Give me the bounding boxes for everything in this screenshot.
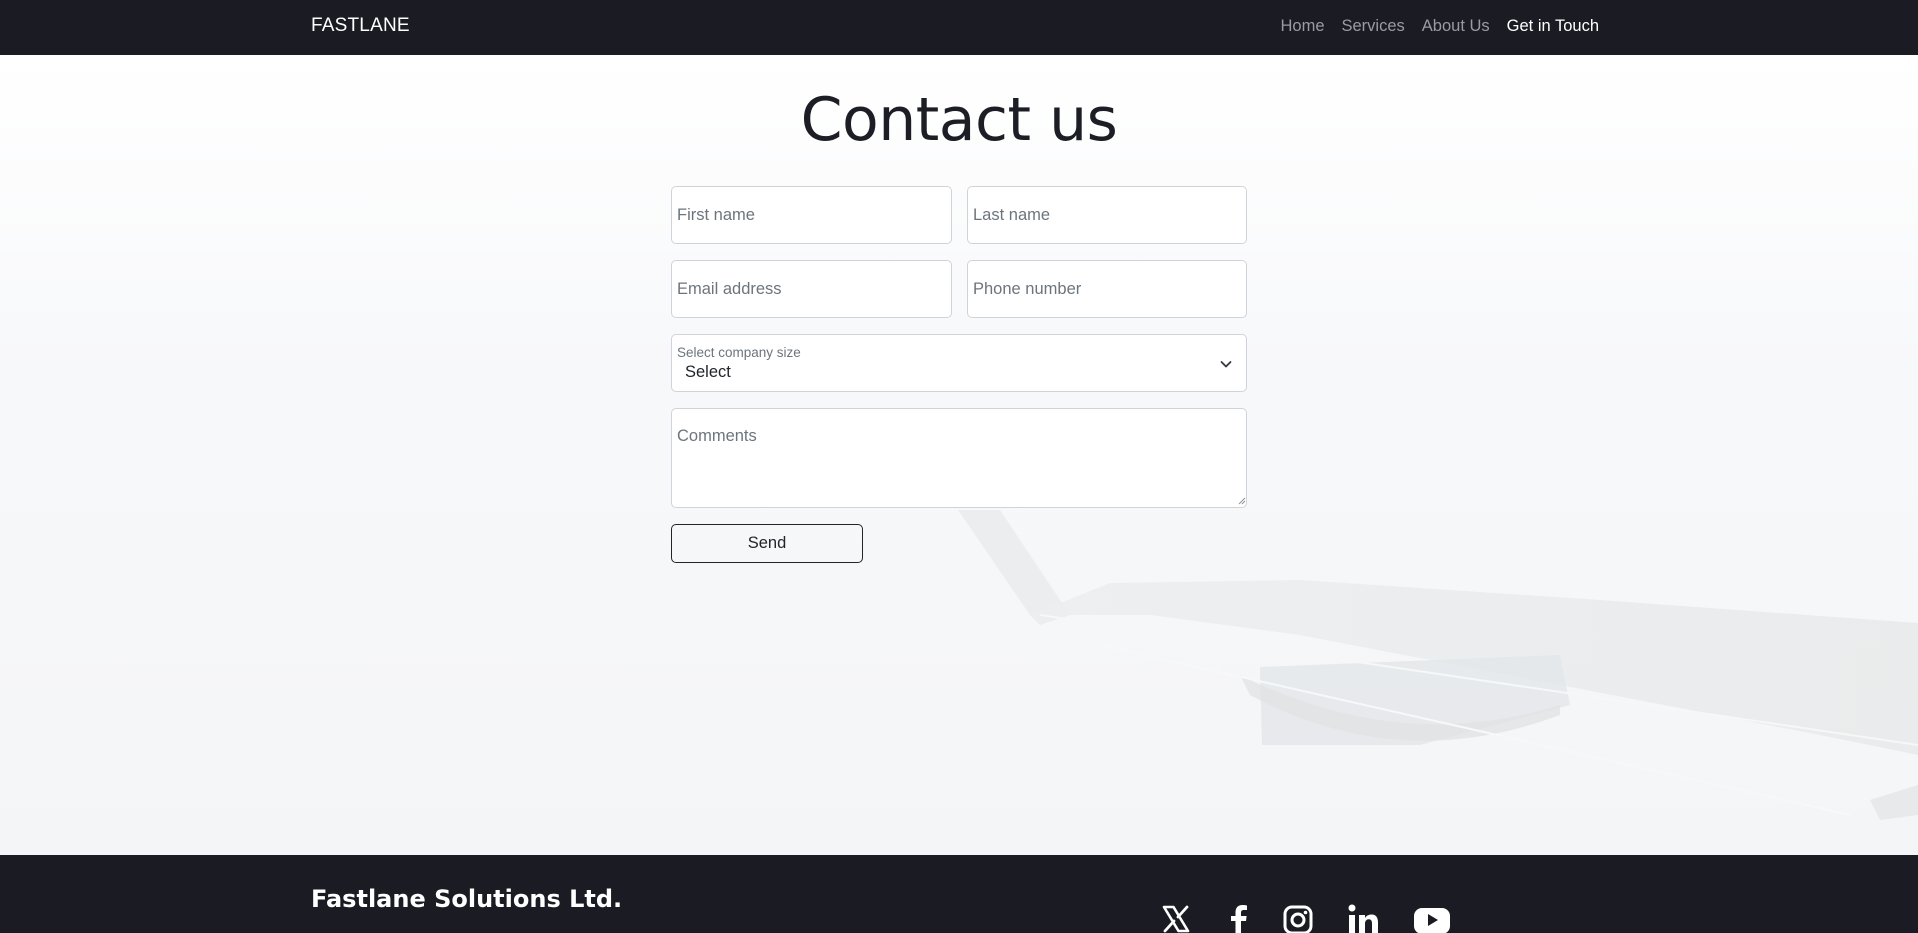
chevron-down-icon xyxy=(1220,361,1232,368)
last-name-input[interactable] xyxy=(967,186,1247,244)
instagram-icon[interactable] xyxy=(1283,904,1313,933)
youtube-icon[interactable] xyxy=(1414,904,1450,933)
x-icon[interactable] xyxy=(1161,904,1191,933)
contact-section: Contact us Select company size Select Se… xyxy=(0,55,1918,855)
company-size-select[interactable]: Select company size Select xyxy=(671,334,1247,392)
send-button[interactable]: Send xyxy=(671,524,863,563)
company-size-value: Select xyxy=(685,363,731,381)
nav-link-about[interactable]: About Us xyxy=(1422,17,1490,36)
site-footer: Fastlane Solutions Ltd. xyxy=(0,855,1918,933)
page-title: Contact us xyxy=(800,85,1118,155)
top-navbar: FASTLANE Home Services About Us Get in T… xyxy=(0,0,1918,55)
resize-grip-icon[interactable] xyxy=(1238,497,1246,505)
brand-logo[interactable]: FASTLANE xyxy=(311,15,410,37)
first-name-input[interactable] xyxy=(671,186,952,244)
comments-textarea[interactable] xyxy=(671,408,1247,508)
nav-links: Home Services About Us Get in Touch xyxy=(1280,17,1599,36)
facebook-icon[interactable] xyxy=(1228,904,1248,933)
phone-input[interactable] xyxy=(967,260,1247,318)
company-size-label: Select company size xyxy=(677,345,801,360)
nav-link-get-in-touch[interactable]: Get in Touch xyxy=(1507,17,1599,36)
nav-link-home[interactable]: Home xyxy=(1280,17,1324,36)
email-input[interactable] xyxy=(671,260,952,318)
nav-link-services[interactable]: Services xyxy=(1342,17,1405,36)
footer-company-name: Fastlane Solutions Ltd. xyxy=(311,885,623,913)
linkedin-icon[interactable] xyxy=(1347,904,1379,933)
